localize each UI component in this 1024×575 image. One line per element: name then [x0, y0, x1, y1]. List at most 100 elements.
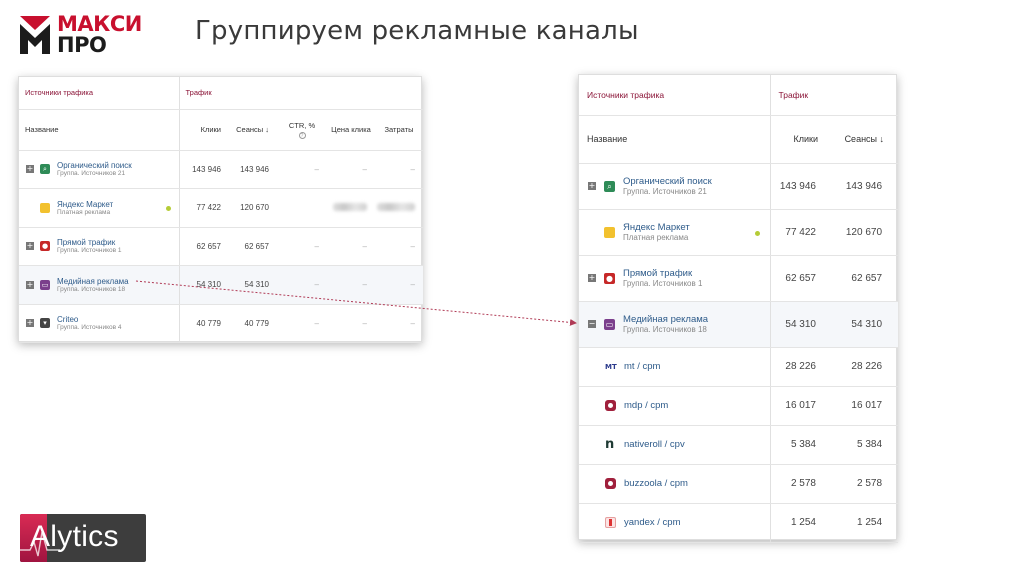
table-row[interactable]: Яндекс Маркет Платная реклама 77 422 120… [19, 188, 423, 228]
cost-cell: – [375, 304, 423, 343]
col-name-header[interactable]: Название [19, 109, 180, 151]
child-row[interactable]: MT mt / cpm 28 226 28 226 [579, 347, 899, 387]
table-row[interactable]: + ● Прямой трафик Группа. Источников 1 6… [19, 227, 423, 266]
collapse-icon[interactable]: − [588, 320, 596, 328]
col-cost-header[interactable]: Затраты [375, 109, 423, 151]
section-sources-header: Источники трафика [579, 75, 771, 116]
clicks-cell: 62 657 [770, 255, 832, 302]
child-source-cell: yandex / cpm [579, 503, 771, 543]
ctr-cell: – [277, 265, 327, 305]
nativeroll-logo-icon: n [605, 437, 615, 452]
table-row[interactable]: + ⌕ Органический поиск Группа. Источнико… [579, 163, 899, 210]
table-row[interactable]: − ▭ Медийная реклама Группа. Источников … [579, 301, 899, 348]
col-ctr-header[interactable]: CTR, % ? [277, 109, 327, 151]
table-row[interactable]: + ▾ Criteo Группа. Источников 4 40 779 4… [19, 304, 423, 343]
clicks-cell: 54 310 [179, 265, 229, 305]
col-cpc-header[interactable]: Цена клика [327, 109, 375, 151]
child-source-name[interactable]: mdp / cpm [624, 400, 668, 411]
child-row[interactable]: n nativeroll / cpv 5 384 5 384 [579, 425, 899, 465]
direct-traffic-icon: ● [40, 241, 50, 251]
search-icon: ⌕ [604, 180, 615, 192]
cost-cell [375, 188, 423, 228]
expand-icon[interactable]: + [26, 319, 34, 327]
col-ctr-label: CTR, % [288, 120, 316, 130]
source-sub: Группа. Источников 4 [57, 324, 122, 331]
source-name[interactable]: Яндекс Маркет [623, 222, 690, 233]
child-row[interactable]: yandex / cpm 1 254 1 254 [579, 503, 899, 543]
mdp-logo-icon [605, 400, 616, 411]
sessions-cell: 16 017 [832, 386, 899, 426]
table-row[interactable]: Яндекс Маркет Платная реклама 77 422 120… [579, 209, 899, 256]
section-sources-header: Источники трафика [19, 77, 180, 110]
criteo-icon: ▾ [40, 318, 50, 328]
child-source-cell: buzzoola / cpm [579, 464, 771, 504]
clicks-cell: 143 946 [770, 163, 832, 210]
table-row[interactable]: + ⌕ Органический поиск Группа. Источнико… [19, 150, 423, 189]
clicks-cell: 143 946 [179, 150, 229, 189]
search-icon: ⌕ [40, 164, 50, 174]
sessions-cell: 62 657 [229, 227, 277, 266]
col-name-header[interactable]: Название [579, 115, 771, 164]
table-row[interactable]: + ▭ Медийная реклама Группа. Источников … [19, 265, 423, 305]
child-source-name[interactable]: mt / cpm [624, 361, 660, 372]
makspro-logo: МАКСИ ПРО [20, 14, 150, 58]
source-name[interactable]: Органический поиск [623, 176, 712, 187]
expand-icon[interactable]: + [26, 280, 34, 289]
status-dot [754, 230, 760, 236]
sessions-cell: 54 310 [229, 265, 277, 305]
child-row[interactable]: buzzoola / cpm 2 578 2 578 [579, 464, 899, 504]
sessions-cell: 2 578 [832, 464, 899, 504]
source-name[interactable]: Criteo [57, 315, 122, 324]
clicks-cell: 5 384 [770, 425, 832, 465]
source-cell: + ● Прямой трафик Группа. Источников 1 [579, 255, 771, 302]
expand-icon[interactable]: + [588, 274, 596, 282]
help-icon: ? [298, 131, 306, 139]
ctr-cell: – [277, 304, 327, 343]
expand-icon[interactable]: + [588, 182, 596, 190]
child-source-name[interactable]: nativeroll / cpv [624, 439, 685, 450]
clicks-cell: 62 657 [179, 227, 229, 266]
blurred-value [333, 202, 367, 211]
status-dot [165, 205, 171, 211]
source-sub: Платная реклама [623, 233, 689, 242]
sessions-cell: 143 946 [832, 163, 899, 210]
expand-icon[interactable]: + [26, 242, 34, 250]
source-cell: Яндекс Маркет Платная реклама [19, 188, 180, 228]
cost-cell: – [375, 265, 423, 305]
yandex-logo-icon [605, 517, 616, 528]
child-source-name[interactable]: yandex / cpm [624, 517, 681, 528]
source-sub: Группа. Источников 21 [57, 170, 126, 177]
sessions-cell: 1 254 [832, 503, 899, 543]
source-name[interactable]: Прямой трафик [57, 238, 122, 247]
ctr-cell [277, 188, 327, 228]
source-cell: − ▭ Медийная реклама Группа. Источников … [579, 301, 771, 348]
clicks-cell: 77 422 [770, 209, 832, 256]
section-traffic-header: Трафик [770, 75, 899, 116]
expand-icon[interactable]: + [26, 165, 34, 173]
child-source-cell: mdp / cpm [579, 386, 771, 426]
sessions-cell: 62 657 [832, 255, 899, 302]
source-cell: Яндекс Маркет Платная реклама [579, 209, 771, 256]
source-sub: Группа. Источников 21 [623, 187, 707, 196]
cpc-cell: – [327, 150, 375, 189]
clicks-cell: 40 779 [179, 304, 229, 343]
source-name[interactable]: Медийная реклама [623, 314, 708, 325]
market-icon [40, 202, 50, 213]
sessions-cell: 40 779 [229, 304, 277, 343]
sessions-cell: 143 946 [229, 150, 277, 189]
col-sessions-header[interactable]: Сеансы ↓ [832, 115, 899, 164]
child-source-name[interactable]: buzzoola / cpm [624, 478, 688, 489]
source-name[interactable]: Органический поиск [57, 161, 132, 170]
source-name[interactable]: Яндекс Маркет [57, 200, 113, 209]
clicks-cell: 28 226 [770, 347, 832, 387]
source-name[interactable]: Прямой трафик [623, 268, 702, 279]
table-row[interactable]: + ● Прямой трафик Группа. Источников 1 6… [579, 255, 899, 302]
col-clicks-header[interactable]: Клики [179, 109, 229, 151]
source-sub: Группа. Источников 1 [57, 247, 122, 254]
col-sessions-header[interactable]: Сеансы ↓ [229, 109, 277, 151]
media-ads-icon: ▭ [604, 318, 615, 330]
source-name[interactable]: Медийная реклама [57, 277, 129, 286]
cpc-cell: – [327, 227, 375, 266]
child-row[interactable]: mdp / cpm 16 017 16 017 [579, 386, 899, 426]
col-clicks-header[interactable]: Клики [770, 115, 832, 164]
